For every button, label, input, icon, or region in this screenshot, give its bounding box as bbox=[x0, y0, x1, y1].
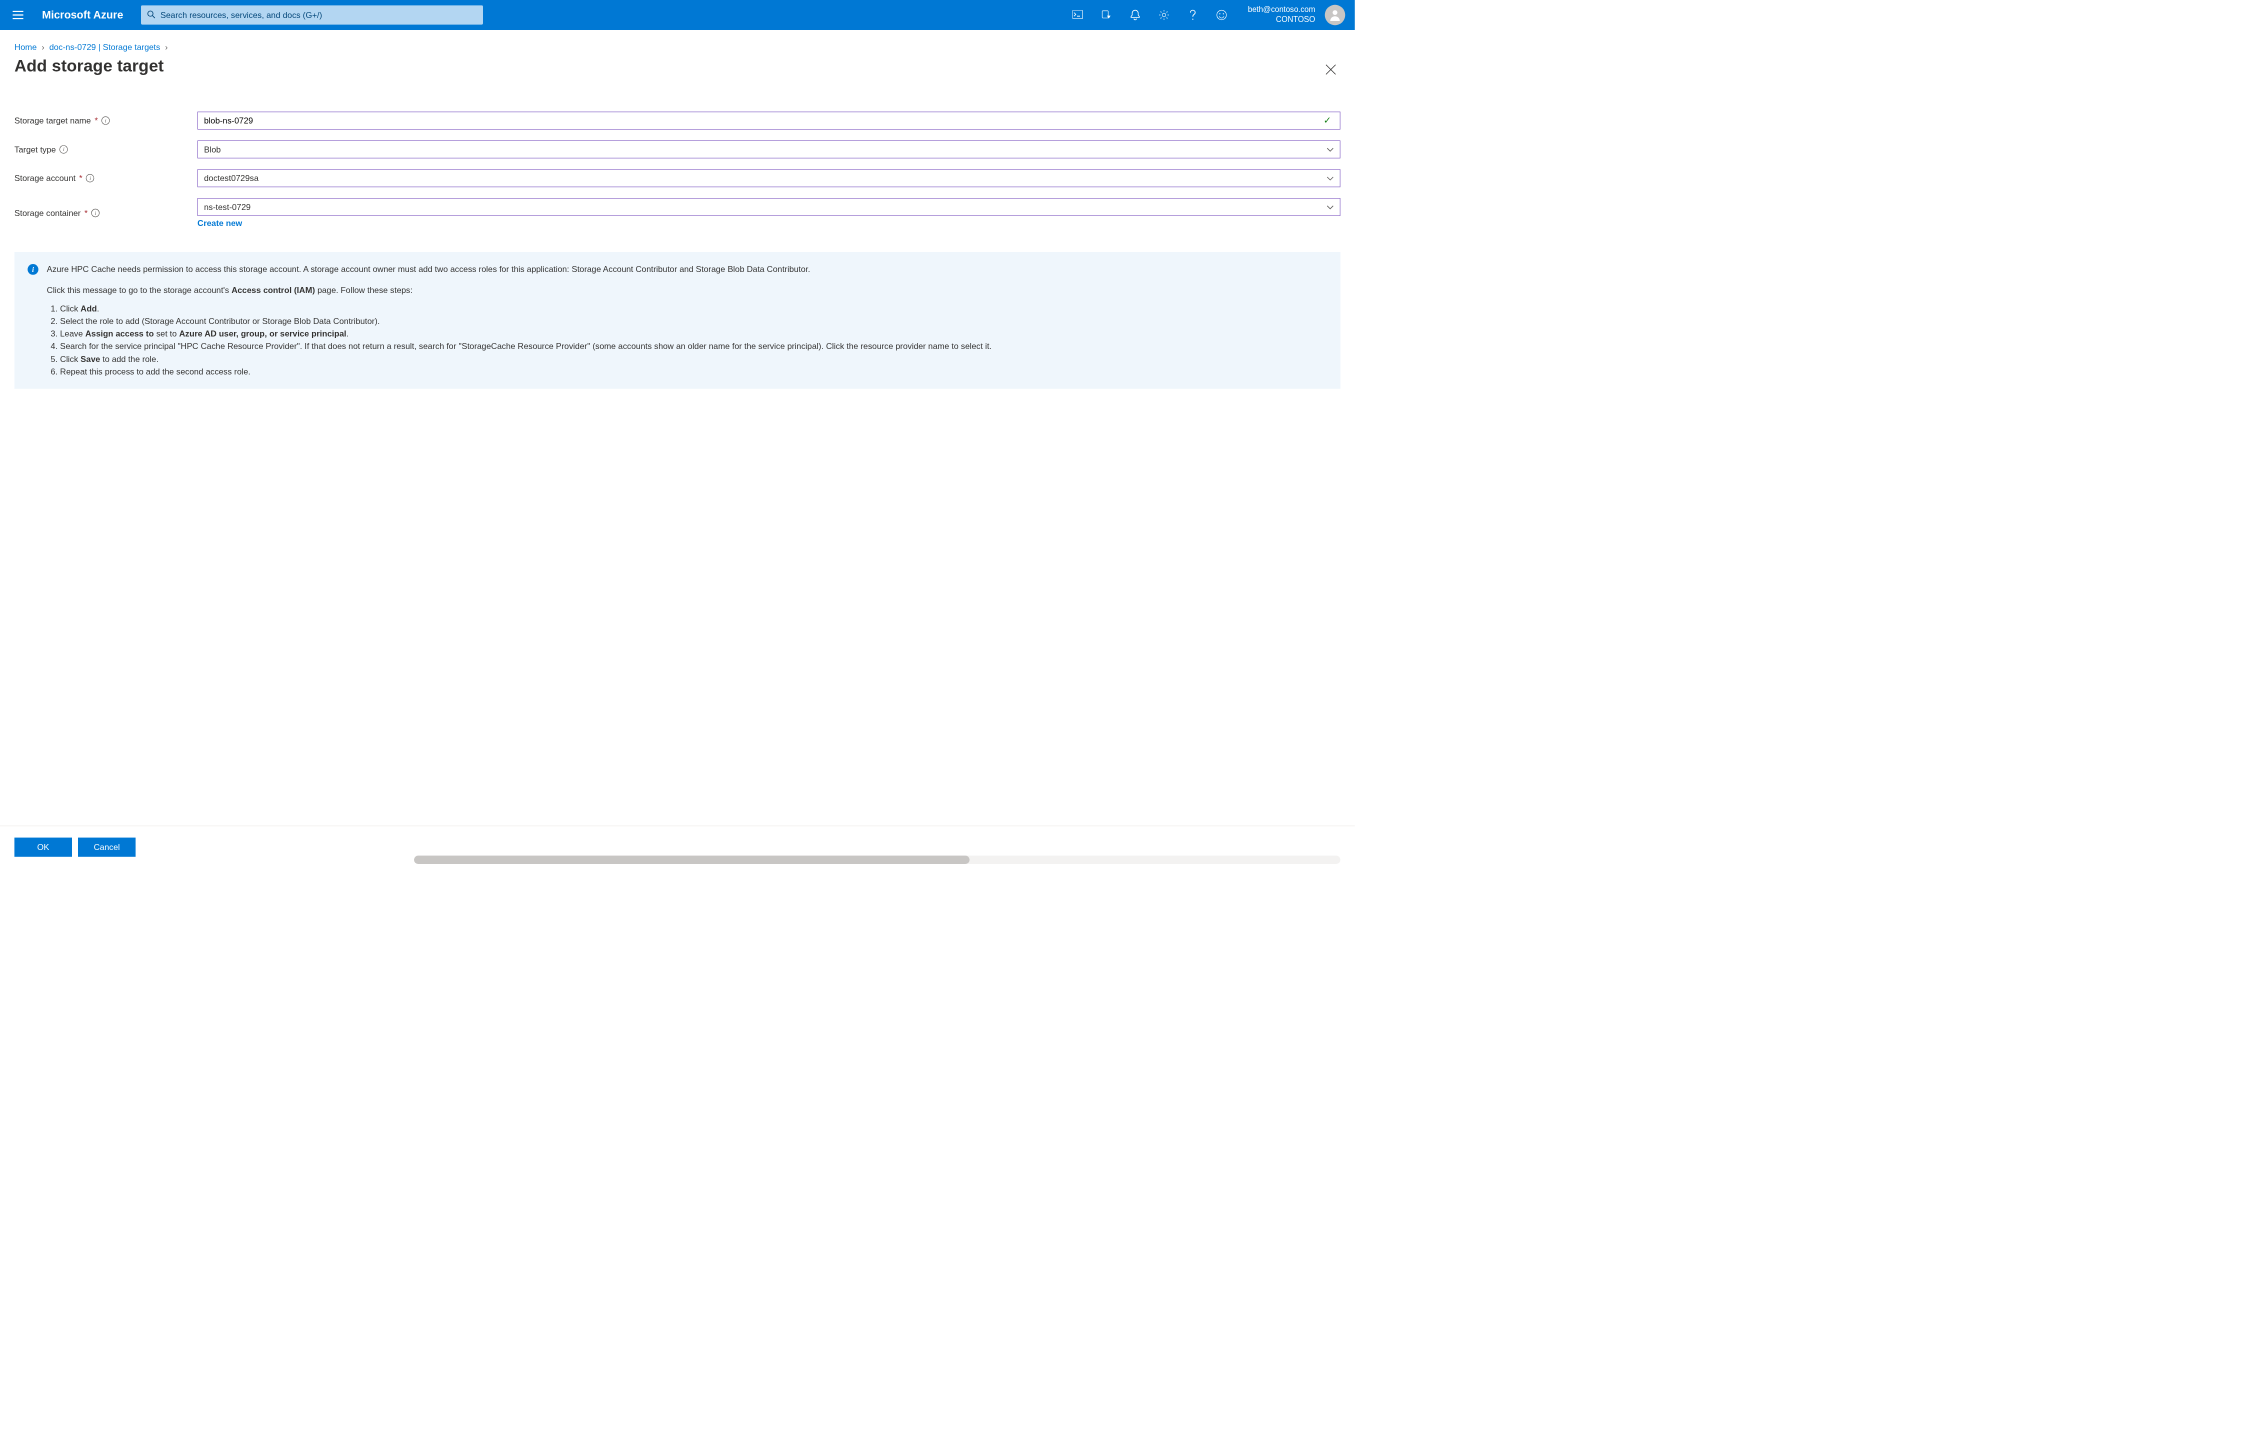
feedback-icon[interactable] bbox=[1207, 0, 1236, 30]
brand-title[interactable]: Microsoft Azure bbox=[30, 9, 141, 22]
info-box[interactable]: i Azure HPC Cache needs permission to ac… bbox=[14, 252, 1340, 389]
account-email: beth@contoso.com bbox=[1248, 5, 1315, 15]
cloud-shell-icon[interactable] bbox=[1063, 0, 1092, 30]
chevron-down-icon bbox=[1327, 145, 1334, 155]
storage-target-name-input[interactable]: ✓ bbox=[197, 112, 1340, 130]
breadcrumb: Home › doc-ns-0729 | Storage targets › bbox=[14, 42, 1340, 52]
label-target-type: Target type i bbox=[14, 145, 197, 155]
top-icon-bar bbox=[1063, 0, 1236, 30]
chevron-right-icon: › bbox=[42, 42, 45, 52]
target-type-value: Blob bbox=[204, 145, 221, 155]
info-icon[interactable]: i bbox=[91, 209, 99, 217]
storage-container-value: ns-test-0729 bbox=[204, 202, 251, 212]
info-intro: Azure HPC Cache needs permission to acce… bbox=[47, 263, 992, 276]
ok-button[interactable]: OK bbox=[14, 837, 72, 856]
search-icon bbox=[147, 10, 155, 20]
scrollbar-horizontal[interactable] bbox=[414, 856, 1340, 864]
menu-icon[interactable] bbox=[6, 3, 30, 27]
label-storage-container: Storage container * i bbox=[14, 208, 197, 218]
info-box-icon: i bbox=[28, 264, 39, 275]
top-bar: Microsoft Azure beth@contoso.com CONTOSO bbox=[0, 0, 1355, 30]
directory-filter-icon[interactable] bbox=[1092, 0, 1121, 30]
chevron-down-icon bbox=[1327, 173, 1334, 183]
label-storage-account: Storage account * i bbox=[14, 173, 197, 183]
content-area: Home › doc-ns-0729 | Storage targets › A… bbox=[0, 30, 1355, 826]
account-block[interactable]: beth@contoso.com CONTOSO bbox=[1236, 5, 1321, 25]
info-link-line: Click this message to go to the storage … bbox=[47, 284, 992, 297]
scrollbar-thumb[interactable] bbox=[414, 856, 970, 864]
storage-account-select[interactable]: doctest0729sa bbox=[197, 169, 1340, 187]
required-marker: * bbox=[79, 173, 82, 183]
check-icon: ✓ bbox=[1323, 115, 1333, 127]
cancel-button[interactable]: Cancel bbox=[78, 837, 136, 856]
info-steps: Click Add. Select the role to add (Stora… bbox=[60, 302, 992, 378]
info-icon[interactable]: i bbox=[101, 116, 109, 124]
storage-account-value: doctest0729sa bbox=[204, 173, 259, 183]
notifications-icon[interactable] bbox=[1121, 0, 1150, 30]
close-button[interactable] bbox=[1325, 64, 1337, 78]
label-storage-target-name: Storage target name * i bbox=[14, 116, 197, 126]
required-marker: * bbox=[95, 116, 98, 126]
page-title: Add storage target bbox=[14, 56, 1340, 75]
storage-target-name-field[interactable] bbox=[204, 116, 1323, 126]
required-marker: * bbox=[84, 208, 87, 218]
target-type-select[interactable]: Blob bbox=[197, 140, 1340, 158]
create-new-link[interactable]: Create new bbox=[197, 218, 1340, 228]
chevron-right-icon: › bbox=[165, 42, 168, 52]
search-input[interactable] bbox=[160, 10, 477, 20]
settings-icon[interactable] bbox=[1149, 0, 1178, 30]
footer: OK Cancel bbox=[0, 826, 1355, 868]
info-icon[interactable]: i bbox=[86, 174, 94, 182]
info-icon[interactable]: i bbox=[60, 145, 68, 153]
breadcrumb-item[interactable]: doc-ns-0729 | Storage targets bbox=[49, 42, 160, 52]
chevron-down-icon bbox=[1327, 202, 1334, 212]
storage-container-select[interactable]: ns-test-0729 bbox=[197, 198, 1340, 216]
search-box[interactable] bbox=[141, 5, 483, 24]
help-icon[interactable] bbox=[1178, 0, 1207, 30]
account-tenant: CONTOSO bbox=[1276, 15, 1315, 25]
breadcrumb-home[interactable]: Home bbox=[14, 42, 36, 52]
avatar[interactable] bbox=[1325, 5, 1345, 25]
info-box-body: Azure HPC Cache needs permission to acce… bbox=[47, 263, 992, 378]
